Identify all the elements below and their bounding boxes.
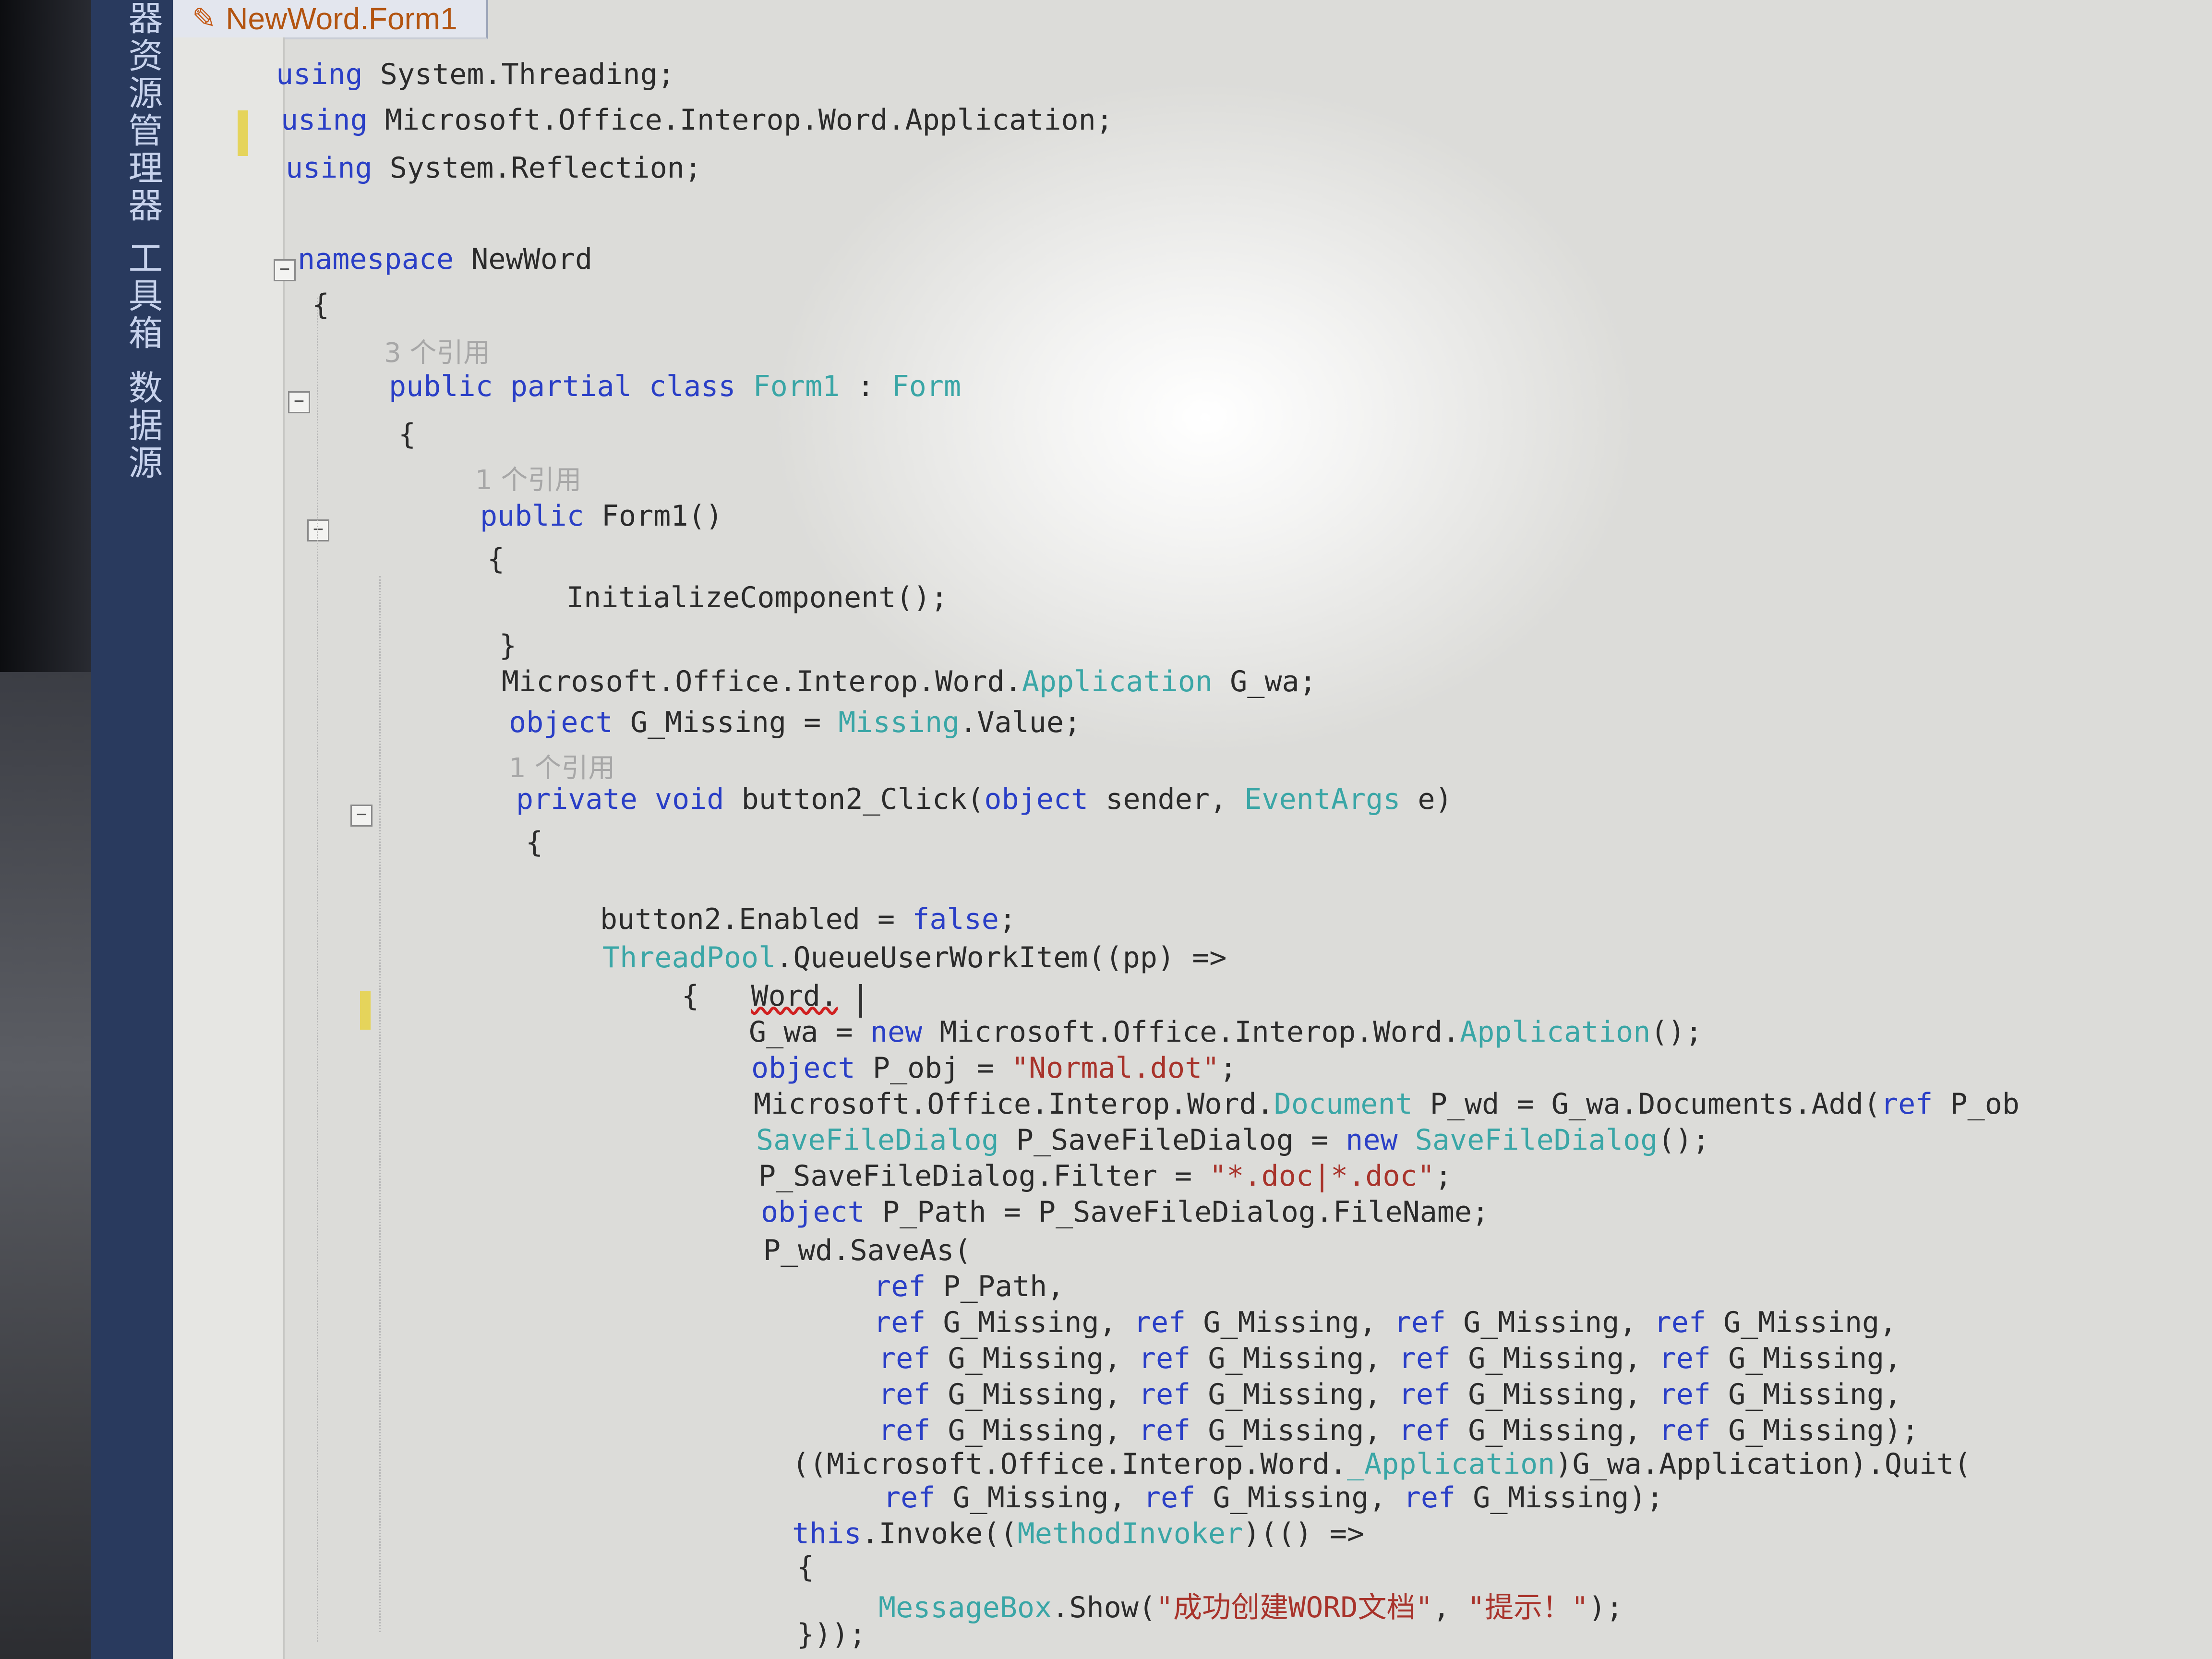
fold-icon[interactable]: − xyxy=(288,391,310,413)
change-marker xyxy=(360,991,371,1030)
code-line: object G_Missing = Missing.Value; xyxy=(509,706,1082,739)
code-line: ref G_Missing, ref G_Missing, ref G_Miss… xyxy=(878,1342,1902,1375)
tab-pin-icon: ✎ xyxy=(192,2,216,36)
code-line: using Microsoft.Office.Interop.Word.Appl… xyxy=(281,103,1113,137)
fold-icon[interactable]: − xyxy=(307,519,329,541)
sidebar-tab-toolbox[interactable]: 工具箱 xyxy=(110,240,168,352)
code-line: Microsoft.Office.Interop.Word.Applicatio… xyxy=(502,665,1317,698)
code-line: namespace NewWord xyxy=(298,242,593,276)
codelens-references[interactable]: 1 个引用 xyxy=(475,458,581,497)
code-line: ref G_Missing, ref G_Missing, ref G_Miss… xyxy=(883,1481,1664,1515)
code-line: { xyxy=(797,1551,815,1584)
editor-gutter xyxy=(173,37,285,1659)
code-line: private void button2_Click(object sender… xyxy=(516,782,1453,816)
code-line: G_wa = new Microsoft.Office.Interop.Word… xyxy=(749,1015,1703,1049)
photo-stage: 器资源管理器 工具箱 数据源 ✎ NewWord.Form1 − − − − u… xyxy=(0,0,2212,1659)
code-line: SaveFileDialog P_SaveFileDialog = new Sa… xyxy=(756,1123,1710,1157)
fold-icon[interactable]: − xyxy=(350,805,373,827)
code-line: this.Invoke((MethodInvoker)(() => xyxy=(792,1517,1365,1551)
code-line: P_wd.SaveAs( xyxy=(763,1234,972,1267)
text-cursor xyxy=(859,984,862,1018)
code-line: MessageBox.Show("成功创建WORD文档", "提示！"); xyxy=(878,1591,1623,1624)
codelens-references[interactable]: 3 个引用 xyxy=(384,331,490,370)
fold-icon[interactable]: − xyxy=(274,259,296,281)
code-line: { xyxy=(526,826,543,859)
code-line: ref G_Missing, ref G_Missing, ref G_Miss… xyxy=(878,1414,1919,1447)
code-line: ref G_Missing, ref G_Missing, ref G_Miss… xyxy=(878,1378,1902,1411)
code-line: using System.Threading; xyxy=(276,58,675,91)
code-editor[interactable]: ✎ NewWord.Form1 − − − − using System.Thr… xyxy=(173,0,2212,1659)
code-line: ThreadPool.QueueUserWorkItem((pp) => xyxy=(602,941,1227,974)
code-line: object P_obj = "Normal.dot"; xyxy=(751,1051,1237,1085)
code-line: InitializeComponent(); xyxy=(566,581,948,614)
sidebar-tab-data-sources[interactable]: 数据源 xyxy=(110,370,168,482)
code-line: object P_Path = P_SaveFileDialog.FileNam… xyxy=(761,1195,1490,1229)
code-line: { xyxy=(312,288,330,322)
code-line: { xyxy=(398,418,416,451)
code-line: button2.Enabled = false; xyxy=(600,902,1016,936)
code-line: public partial class Form1 : Form xyxy=(389,370,962,403)
indent-guide xyxy=(379,576,381,1632)
code-line: } xyxy=(499,629,517,662)
code-line: { xyxy=(487,542,505,576)
codelens-references[interactable]: 1 个引用 xyxy=(509,746,615,785)
code-line: ref P_Path, xyxy=(874,1270,1065,1303)
code-line: ((Microsoft.Office.Interop.Word._Applica… xyxy=(792,1447,1972,1481)
code-line: ref G_Missing, ref G_Missing, ref G_Miss… xyxy=(874,1306,1897,1339)
code-line: { Word. xyxy=(682,979,838,1013)
sidebar-tab-solution-explorer[interactable]: 器资源管理器 xyxy=(110,0,168,225)
indent-guide xyxy=(317,298,318,1642)
code-line: P_SaveFileDialog.Filter = "*.doc|*.doc"; xyxy=(758,1159,1452,1193)
code-line: using System.Reflection; xyxy=(286,151,702,185)
change-marker xyxy=(238,110,248,156)
code-line: })); xyxy=(797,1618,866,1651)
code-line: Microsoft.Office.Interop.Word.Document P… xyxy=(754,1087,2020,1121)
code-line: public Form1() xyxy=(480,499,723,533)
tab-title: NewWord.Form1 xyxy=(226,1,457,36)
document-tab[interactable]: ✎ NewWord.Form1 xyxy=(173,0,488,39)
